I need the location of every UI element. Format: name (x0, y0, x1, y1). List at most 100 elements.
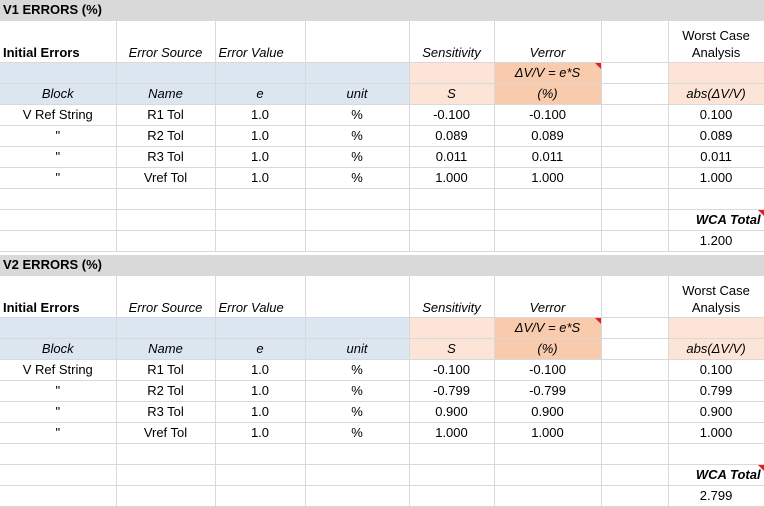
header-worst-case[interactable]: Worst Case Analysis (668, 275, 764, 318)
cell-unit[interactable]: % (305, 146, 410, 168)
cell-block[interactable]: " (0, 380, 117, 402)
header-pct[interactable]: (%) (494, 83, 602, 105)
header-pct[interactable]: (%) (494, 338, 602, 360)
cell-name[interactable]: R3 Tol (116, 146, 216, 168)
header-initial-errors[interactable]: Initial Errors (0, 20, 117, 63)
sensitivity-header-cell[interactable] (409, 62, 495, 84)
wca-total-label[interactable]: WCA Total (668, 209, 764, 231)
header-verror[interactable]: Verror (494, 20, 602, 63)
header-unit[interactable]: unit (305, 338, 410, 360)
empty-cell[interactable] (601, 359, 669, 381)
empty-cell[interactable] (601, 401, 669, 423)
header-error-value[interactable]: Error Value (215, 20, 306, 63)
cell-block[interactable]: " (0, 125, 117, 147)
cell-sensitivity[interactable]: 0.900 (409, 401, 495, 423)
header-error-value[interactable]: Error Value (215, 275, 306, 318)
cell-verror[interactable]: -0.100 (494, 104, 602, 126)
cell-abs[interactable]: 1.000 (668, 422, 764, 444)
blue-header-cell[interactable] (116, 317, 216, 339)
cell-e[interactable]: 1.0 (215, 104, 306, 126)
empty-cell[interactable] (601, 83, 669, 105)
cell-name[interactable]: R3 Tol (116, 401, 216, 423)
empty-cell[interactable] (601, 422, 669, 444)
cell-verror[interactable]: -0.799 (494, 380, 602, 402)
cell-unit[interactable]: % (305, 104, 410, 126)
empty-cell[interactable] (601, 275, 669, 318)
cell-e[interactable]: 1.0 (215, 359, 306, 381)
header-error-source[interactable]: Error Source (116, 275, 216, 318)
cell-abs[interactable]: 0.100 (668, 359, 764, 381)
cell-abs[interactable]: 0.900 (668, 401, 764, 423)
cell-name[interactable]: R2 Tol (116, 125, 216, 147)
cell-block[interactable]: " (0, 167, 117, 189)
empty-cell[interactable] (601, 146, 669, 168)
header-name[interactable]: Name (116, 338, 216, 360)
cell-e[interactable]: 1.0 (215, 380, 306, 402)
cell-sensitivity[interactable]: 1.000 (409, 167, 495, 189)
blue-header-cell[interactable] (116, 62, 216, 84)
empty-cell[interactable] (305, 275, 410, 318)
cell-block[interactable]: " (0, 401, 117, 423)
cell-e[interactable]: 1.0 (215, 167, 306, 189)
sensitivity-header-cell[interactable] (409, 317, 495, 339)
cell-sensitivity[interactable]: -0.799 (409, 380, 495, 402)
header-block[interactable]: Block (0, 338, 117, 360)
empty-cell[interactable] (601, 20, 669, 63)
header-unit[interactable]: unit (305, 83, 410, 105)
cell-unit[interactable]: % (305, 401, 410, 423)
header-formula[interactable]: ΔV/V = e*S (494, 317, 602, 339)
cell-verror[interactable]: 0.900 (494, 401, 602, 423)
empty-cell[interactable] (601, 104, 669, 126)
cell-abs[interactable]: 0.100 (668, 104, 764, 126)
cell-verror[interactable]: 0.089 (494, 125, 602, 147)
header-verror[interactable]: Verror (494, 275, 602, 318)
header-initial-errors[interactable]: Initial Errors (0, 275, 117, 318)
cell-name[interactable]: Vref Tol (116, 422, 216, 444)
cell-e[interactable]: 1.0 (215, 146, 306, 168)
blue-header-cell[interactable] (215, 317, 306, 339)
wca-total-value[interactable]: 2.799 (668, 485, 764, 507)
cell-sensitivity[interactable]: 1.000 (409, 422, 495, 444)
cell-block[interactable]: " (0, 422, 117, 444)
section-title[interactable]: V2 ERRORS (%) (0, 255, 764, 276)
empty-cell[interactable] (305, 20, 410, 63)
blue-header-cell[interactable] (0, 62, 117, 84)
blue-header-cell[interactable] (215, 62, 306, 84)
cell-name[interactable]: R1 Tol (116, 359, 216, 381)
cell-unit[interactable]: % (305, 359, 410, 381)
cell-abs[interactable]: 0.799 (668, 380, 764, 402)
cell-verror[interactable]: 1.000 (494, 422, 602, 444)
cell-unit[interactable]: % (305, 422, 410, 444)
cell-block[interactable]: V Ref String (0, 359, 117, 381)
cell-block[interactable]: " (0, 146, 117, 168)
cell-abs[interactable]: 0.011 (668, 146, 764, 168)
wca-total-label[interactable]: WCA Total (668, 464, 764, 486)
wca-header-cell[interactable] (668, 62, 764, 84)
empty-cell[interactable] (601, 125, 669, 147)
empty-cell[interactable] (601, 380, 669, 402)
cell-e[interactable]: 1.0 (215, 401, 306, 423)
header-sensitivity[interactable]: Sensitivity (409, 20, 495, 63)
blue-header-cell[interactable] (305, 62, 410, 84)
cell-verror[interactable]: 1.000 (494, 167, 602, 189)
header-name[interactable]: Name (116, 83, 216, 105)
header-error-source[interactable]: Error Source (116, 20, 216, 63)
blue-header-cell[interactable] (0, 317, 117, 339)
cell-unit[interactable]: % (305, 125, 410, 147)
header-s[interactable]: S (409, 338, 495, 360)
header-e[interactable]: e (215, 83, 306, 105)
cell-e[interactable]: 1.0 (215, 422, 306, 444)
cell-sensitivity[interactable]: 0.089 (409, 125, 495, 147)
wca-header-cell[interactable] (668, 317, 764, 339)
empty-cell[interactable] (601, 167, 669, 189)
cell-unit[interactable]: % (305, 167, 410, 189)
cell-abs[interactable]: 0.089 (668, 125, 764, 147)
cell-block[interactable]: V Ref String (0, 104, 117, 126)
cell-name[interactable]: R2 Tol (116, 380, 216, 402)
header-block[interactable]: Block (0, 83, 117, 105)
blue-header-cell[interactable] (305, 317, 410, 339)
header-s[interactable]: S (409, 83, 495, 105)
cell-sensitivity[interactable]: -0.100 (409, 359, 495, 381)
header-e[interactable]: e (215, 338, 306, 360)
cell-verror[interactable]: -0.100 (494, 359, 602, 381)
